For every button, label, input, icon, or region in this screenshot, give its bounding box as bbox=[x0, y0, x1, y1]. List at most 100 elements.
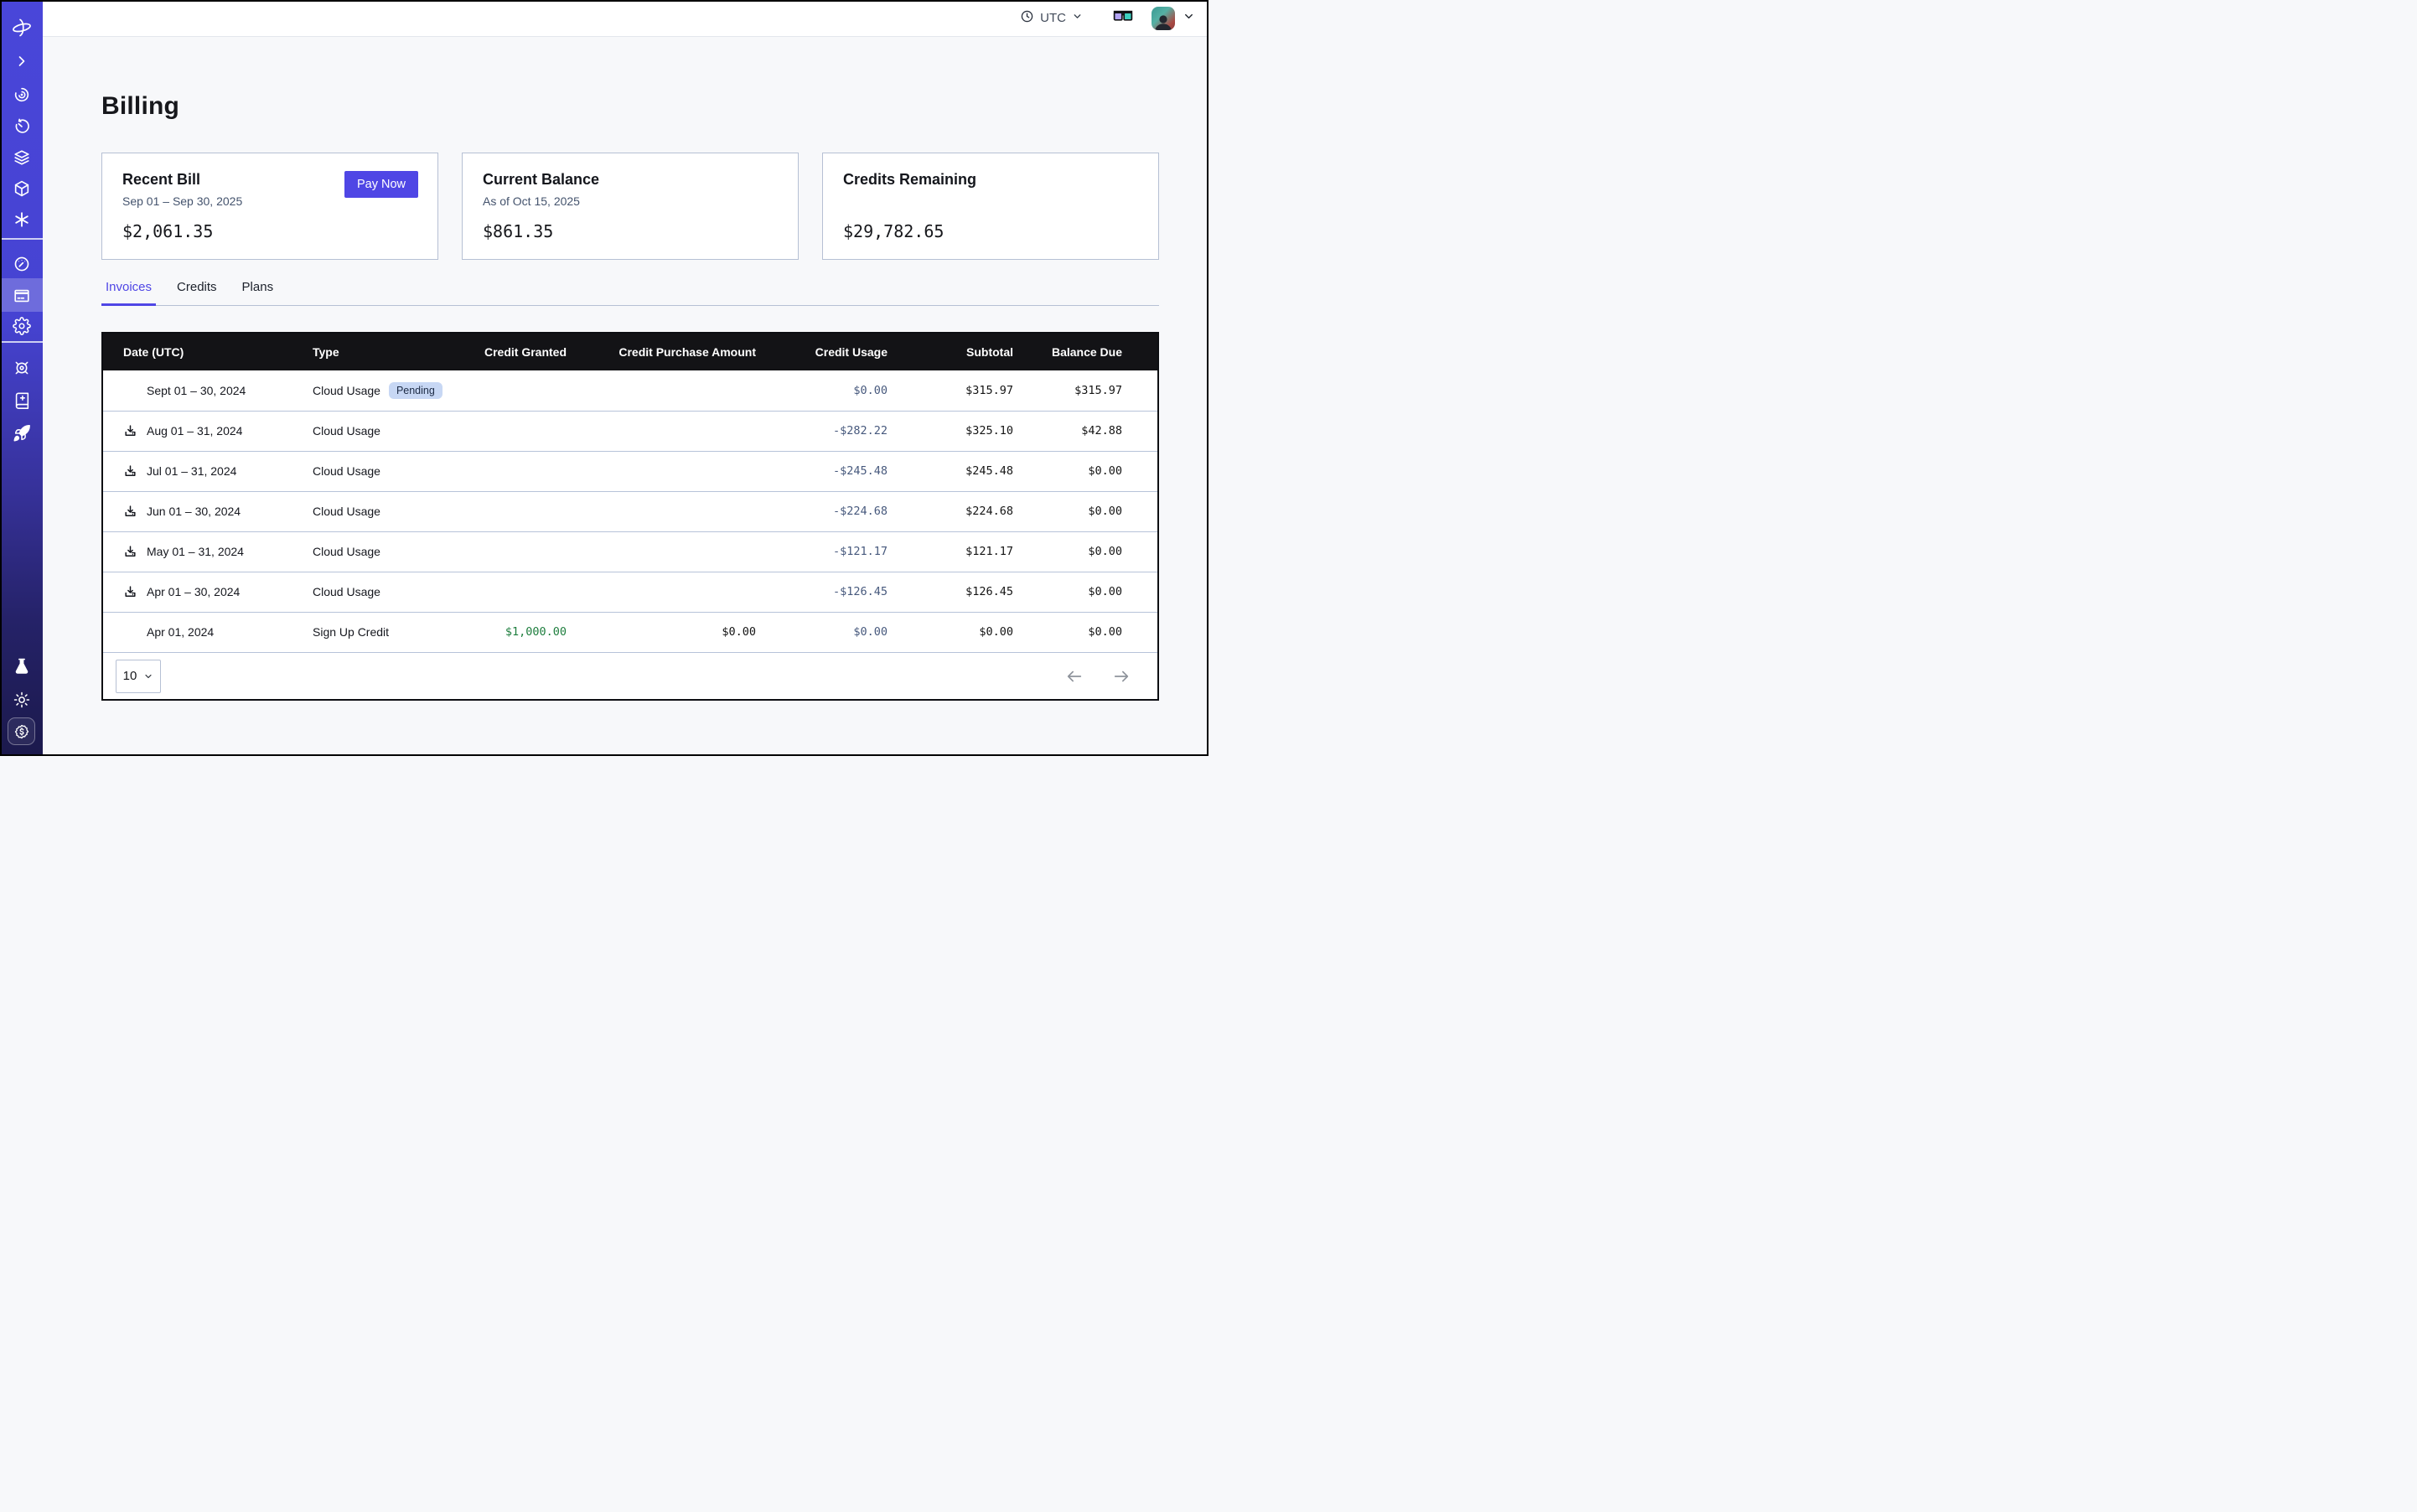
sun-theme-icon[interactable] bbox=[0, 688, 43, 712]
invoice-type: Sign Up Credit bbox=[313, 612, 463, 652]
table-header-row: Date (UTC) Type Credit Granted Credit Pu… bbox=[103, 334, 1157, 370]
credit-usage: $0.00 bbox=[756, 612, 888, 652]
rocket-icon[interactable] bbox=[0, 422, 43, 445]
credit-purchase bbox=[567, 491, 756, 531]
page-title: Billing bbox=[101, 92, 1160, 121]
invoice-type: Cloud Usage bbox=[313, 491, 463, 531]
subtotal: $0.00 bbox=[888, 612, 1013, 652]
cube-icon[interactable] bbox=[0, 177, 43, 200]
col-type: Type bbox=[313, 334, 463, 370]
sidebar-divider bbox=[0, 238, 43, 240]
credit-usage: -$245.48 bbox=[756, 451, 888, 491]
download-invoice-icon[interactable] bbox=[123, 545, 137, 559]
table-row: Aug 01 – 31, 2024 Cloud Usage -$282.22 $… bbox=[103, 411, 1157, 451]
table-row: Apr 01, 2024 Sign Up Credit $1,000.00 $0… bbox=[103, 612, 1157, 652]
credit-granted bbox=[463, 531, 567, 572]
invoice-date: Aug 01 – 31, 2024 bbox=[147, 424, 242, 438]
table-row: Jun 01 – 30, 2024 Cloud Usage -$224.68 $… bbox=[103, 491, 1157, 531]
orbit-logo-icon[interactable] bbox=[0, 16, 43, 39]
download-invoice-icon[interactable] bbox=[123, 424, 137, 438]
page-size-select[interactable]: 10 bbox=[116, 660, 161, 693]
credit-purchase bbox=[567, 370, 756, 411]
credit-purchase bbox=[567, 572, 756, 612]
helm-wheel-icon[interactable] bbox=[0, 356, 43, 380]
tab-invoices[interactable]: Invoices bbox=[101, 280, 156, 305]
credit-granted bbox=[463, 411, 567, 451]
invoice-type: Cloud Usage bbox=[313, 384, 380, 397]
timezone-label: UTC bbox=[1040, 11, 1066, 25]
current-balance-card: Current Balance As of Oct 15, 2025 $861.… bbox=[462, 153, 799, 260]
layers-icon[interactable] bbox=[0, 146, 43, 169]
chevron-down-icon bbox=[1072, 11, 1083, 26]
balance-due: $42.88 bbox=[1013, 411, 1157, 451]
credit-usage: -$121.17 bbox=[756, 531, 888, 572]
table-row: Sept 01 – 30, 2024 Cloud UsagePending $0… bbox=[103, 370, 1157, 411]
3d-glasses-icon[interactable] bbox=[1113, 10, 1133, 27]
subtotal: $224.68 bbox=[888, 491, 1013, 531]
credit-granted: $1,000.00 bbox=[463, 612, 567, 652]
credit-purchase bbox=[567, 411, 756, 451]
balance-due: $0.00 bbox=[1013, 572, 1157, 612]
credit-purchase: $0.00 bbox=[567, 612, 756, 652]
next-page-arrow-icon[interactable] bbox=[1112, 667, 1131, 686]
prev-page-arrow-icon[interactable] bbox=[1065, 667, 1084, 686]
invoice-date: Apr 01 – 30, 2024 bbox=[147, 585, 240, 598]
credit-purchase bbox=[567, 451, 756, 491]
billing-card-icon[interactable] bbox=[0, 284, 43, 308]
balance-due: $0.00 bbox=[1013, 612, 1157, 652]
flask-icon[interactable] bbox=[0, 655, 43, 678]
download-invoice-icon[interactable] bbox=[123, 464, 137, 479]
table-row: Apr 01 – 30, 2024 Cloud Usage -$126.45 $… bbox=[103, 572, 1157, 612]
credit-granted bbox=[463, 451, 567, 491]
subtotal: $315.97 bbox=[888, 370, 1013, 411]
recent-bill-card: Recent Bill Sep 01 – Sep 30, 2025 $2,061… bbox=[101, 153, 438, 260]
topbar: UTC bbox=[43, 0, 1208, 37]
timer-icon[interactable] bbox=[0, 115, 43, 138]
clock-icon bbox=[1020, 9, 1034, 28]
col-credit-usage: Credit Usage bbox=[756, 334, 888, 370]
credit-usage: -$224.68 bbox=[756, 491, 888, 531]
download-invoice-icon[interactable] bbox=[123, 505, 137, 519]
subtotal: $126.45 bbox=[888, 572, 1013, 612]
avatar[interactable] bbox=[1152, 7, 1175, 30]
asterisk-icon[interactable] bbox=[0, 208, 43, 231]
scan-eye-icon[interactable] bbox=[0, 83, 43, 106]
settings-gear-icon[interactable] bbox=[0, 314, 43, 338]
invoice-type: Cloud Usage bbox=[313, 572, 463, 612]
invoice-date: Apr 01, 2024 bbox=[147, 625, 214, 639]
card-subtitle bbox=[843, 194, 1138, 209]
card-title: Credits Remaining bbox=[843, 171, 1138, 189]
docs-book-icon[interactable] bbox=[0, 389, 43, 412]
credit-usage: $0.00 bbox=[756, 370, 888, 411]
invoice-date: Sept 01 – 30, 2024 bbox=[147, 384, 246, 397]
pay-now-button[interactable]: Pay Now bbox=[344, 171, 418, 198]
user-menu-chevron-down-icon[interactable] bbox=[1183, 10, 1195, 27]
col-credit-granted: Credit Granted bbox=[463, 334, 567, 370]
timezone-selector[interactable]: UTC bbox=[1020, 9, 1083, 28]
download-invoice-icon[interactable] bbox=[123, 585, 137, 599]
col-credit-purchase: Credit Purchase Amount bbox=[567, 334, 756, 370]
credit-usage: -$126.45 bbox=[756, 572, 888, 612]
gauge-icon[interactable] bbox=[0, 252, 43, 276]
recent-bill-amount: $2,061.35 bbox=[122, 221, 417, 241]
subtotal: $325.10 bbox=[888, 411, 1013, 451]
credit-granted bbox=[463, 491, 567, 531]
balance-due: $0.00 bbox=[1013, 451, 1157, 491]
table-row: May 01 – 31, 2024 Cloud Usage -$121.17 $… bbox=[103, 531, 1157, 572]
chevron-right-icon[interactable] bbox=[0, 49, 43, 73]
balance-due: $315.97 bbox=[1013, 370, 1157, 411]
credit-purchase bbox=[567, 531, 756, 572]
card-title: Current Balance bbox=[483, 171, 778, 189]
subtotal: $245.48 bbox=[888, 451, 1013, 491]
invoices-table: Date (UTC) Type Credit Granted Credit Pu… bbox=[101, 332, 1159, 701]
billing-page: Billing Recent Bill Sep 01 – Sep 30, 202… bbox=[43, 37, 1208, 756]
summary-cards: Recent Bill Sep 01 – Sep 30, 2025 $2,061… bbox=[101, 153, 1159, 260]
tab-credits[interactable]: Credits bbox=[173, 280, 221, 305]
credits-remaining-card: Credits Remaining $29,782.65 bbox=[822, 153, 1159, 260]
credits-remaining-amount: $29,782.65 bbox=[843, 221, 1138, 241]
credit-usage: -$282.22 bbox=[756, 411, 888, 451]
table-footer: 10 bbox=[103, 652, 1157, 699]
billing-tabs: Invoices Credits Plans bbox=[101, 280, 1159, 306]
tab-plans[interactable]: Plans bbox=[238, 280, 278, 305]
credits-dollar-badge-icon[interactable] bbox=[8, 717, 35, 745]
